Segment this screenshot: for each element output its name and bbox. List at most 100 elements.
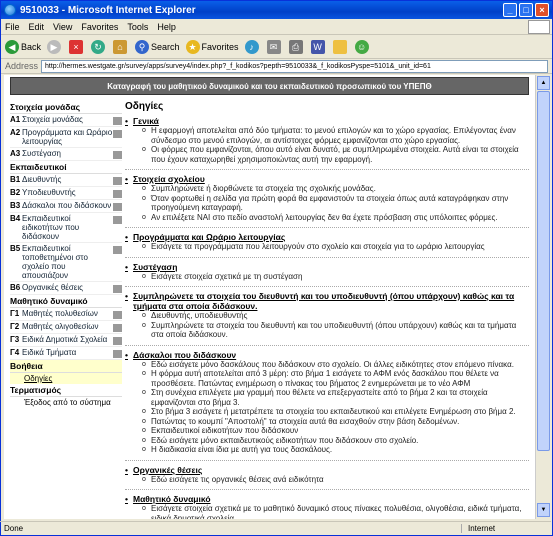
edit-icon: W	[310, 39, 325, 54]
menu-tools[interactable]: Tools	[127, 22, 148, 32]
sidebar-item[interactable]: B3 Δάσκαλοι που διδάσκουν	[10, 200, 122, 213]
menu-view[interactable]: View	[53, 22, 72, 32]
sidebar-link[interactable]: Οδηγίες	[10, 373, 122, 384]
printer-icon[interactable]	[113, 311, 122, 319]
printer-icon[interactable]	[113, 324, 122, 332]
list-item: Στο βήμα 3 εισάγετε ή μετατρέπετε τα στο…	[142, 407, 529, 417]
page-banner: Καταγραφή του μαθητικού δυναμικού και το…	[10, 77, 529, 95]
media-button[interactable]: ♪	[244, 39, 261, 54]
sidebar-item-label[interactable]: Εκπαιδευτικοί ειδικοτήτων που διδάσκουν	[22, 214, 113, 241]
instruction-section: • Στοιχεία σχολείουΣυμπληρώνετε ή διορθών…	[125, 174, 529, 222]
list-item: Πατώντας το κουμπί "Αποστολή" τα στοιχεί…	[142, 417, 529, 427]
sidebar-item-label[interactable]: Στοιχεία μονάδας	[22, 115, 113, 125]
list-item: Εισάγετε τα προγράμματα που λειτουργούν …	[142, 242, 529, 252]
minimize-button[interactable]: _	[503, 3, 517, 17]
sidebar-item[interactable]: B1 Διευθυντής	[10, 174, 122, 187]
sidebar-item[interactable]: B5 Εκπαιδευτικοί τοποθετημένοι στο σχολεί…	[10, 243, 122, 282]
messenger-button[interactable]: ☺	[354, 39, 371, 54]
mail-button[interactable]: ✉	[266, 39, 283, 54]
printer-icon[interactable]	[113, 130, 122, 138]
status-bar: Done Internet	[0, 521, 551, 535]
sidebar-item-code: Γ4	[10, 348, 20, 357]
search-button[interactable]: ⚲ Search	[135, 39, 180, 54]
section-items: Εισάγετε στοιχεία σχετικά με τη συστέγασ…	[125, 272, 529, 282]
menu-edit[interactable]: Edit	[29, 22, 45, 32]
instruction-section: • Οργανικές θέσειςΕδώ εισάγετε τις οργανι…	[125, 465, 529, 485]
printer-icon[interactable]	[113, 203, 122, 211]
sidebar-item-code: Γ3	[10, 335, 20, 344]
home-button[interactable]: ⌂	[113, 39, 129, 54]
sidebar-item[interactable]: B6 Οργανικές θέσεις	[10, 282, 122, 295]
sidebar-item[interactable]: A2 Προγράμματα και Ωράριο λειτουργίας	[10, 127, 122, 148]
sidebar-item-label[interactable]: Προγράμματα και Ωράριο λειτουργίας	[22, 128, 113, 146]
sidebar-menu: Στοιχεία μονάδας A1 Στοιχεία μονάδας A2 Προγ…	[10, 101, 122, 408]
menu-help[interactable]: Help	[157, 22, 176, 32]
list-item: Αν επιλέξετε ΝΑΙ στο πεδίο αναστολή λειτ…	[142, 213, 529, 223]
printer-icon[interactable]	[113, 246, 122, 254]
sidebar-item-code: B2	[10, 188, 21, 197]
sidebar-item[interactable]: A1 Στοιχεία μονάδας	[10, 114, 122, 127]
sidebar-item-label[interactable]: Μαθητές πολυθεσίων	[22, 309, 113, 319]
list-item: Η διαδικασία είναι ίδια με αυτή για τους…	[142, 445, 529, 455]
printer-icon[interactable]	[113, 151, 122, 159]
printer-icon[interactable]	[113, 285, 122, 293]
section-title-text: Προγράμματα και Ωράριο λειτουργίας	[132, 232, 286, 242]
sidebar-link[interactable]: Έξοδος από το σύστημα	[10, 397, 122, 408]
instruction-section: • Προγράμματα και Ωράριο λειτουργίαςΕισάγ…	[125, 232, 529, 252]
edit-button[interactable]: W	[310, 39, 327, 54]
printer-icon[interactable]	[113, 190, 122, 198]
sidebar-item[interactable]: Γ4 Ειδικά Τμήματα	[10, 347, 122, 360]
section-title: • Μαθητικό δυναμικό	[125, 494, 529, 504]
sidebar-item[interactable]: A3 Συστέγαση	[10, 148, 122, 161]
vertical-scrollbar[interactable]: ▲ ▼	[535, 75, 550, 519]
bullet-icon: •	[125, 261, 128, 272]
sidebar-item-label[interactable]: Δάσκαλοι που διδάσκουν	[22, 201, 113, 211]
sidebar-item-label[interactable]: Εκπαιδευτικοί τοποθετημένοι στο σχολείο …	[22, 244, 113, 280]
printer-icon[interactable]	[113, 350, 122, 358]
main-area: Οδηγίες • ΓενικάΗ εφαρμογή αποτελείται απ…	[125, 101, 529, 519]
sidebar-item[interactable]: B4 Εκπαιδευτικοί ειδικοτήτων που διδάσκου…	[10, 213, 122, 243]
sidebar-item-label[interactable]: Ειδικά Δημοτικά Σχολεία	[22, 335, 113, 345]
discuss-button[interactable]	[332, 39, 349, 54]
scroll-up-arrow[interactable]: ▲	[537, 76, 550, 90]
back-button[interactable]: ◀ Back	[5, 39, 41, 54]
menu-favorites[interactable]: Favorites	[81, 22, 118, 32]
sidebar-item-code: Γ1	[10, 309, 20, 318]
address-input[interactable]: http://hermes.westgate.gr/survey/apps/su…	[41, 59, 548, 73]
sidebar-item[interactable]: Γ3 Ειδικά Δημοτικά Σχολεία	[10, 334, 122, 347]
scroll-thumb[interactable]	[537, 91, 550, 451]
windows-logo-icon	[528, 20, 550, 34]
section-items: Συμπληρώνετε ή διορθώνετε τα στοιχεία τη…	[125, 184, 529, 222]
forward-button[interactable]: ▶	[47, 39, 63, 54]
sidebar-item-label[interactable]: Υποδιευθυντής	[22, 188, 113, 198]
sidebar-item-code: B4	[10, 214, 21, 223]
close-button[interactable]: ×	[535, 3, 549, 17]
scroll-down-arrow[interactable]: ▼	[537, 503, 550, 517]
printer-icon[interactable]	[113, 337, 122, 345]
bullet-icon: •	[125, 464, 128, 475]
divider	[125, 344, 529, 346]
sidebar-item-label[interactable]: Διευθυντής	[22, 175, 113, 185]
sidebar-item-label[interactable]: Ειδικά Τμήματα	[22, 348, 113, 358]
sidebar-item-label[interactable]: Μαθητές ολιγοθεσίων	[22, 322, 113, 332]
print-button[interactable]: ⎙	[288, 39, 305, 54]
section-title: • Γενικά	[125, 116, 529, 126]
menu-file[interactable]: File	[5, 22, 20, 32]
list-item: Συμπληρώνετε τα στοιχεία του διευθυντή κ…	[142, 321, 529, 340]
list-item: Οι φόρμες που εμφανίζονται, όπου αυτό εί…	[142, 145, 529, 164]
sidebar-item-label[interactable]: Οργανικές θέσεις	[22, 283, 113, 293]
stop-button[interactable]: ×	[69, 39, 85, 54]
printer-icon[interactable]	[113, 117, 122, 125]
refresh-button[interactable]: ↻	[91, 39, 107, 54]
sidebar-item[interactable]: B2 Υποδιευθυντής	[10, 187, 122, 200]
list-item: Εδώ εισάγετε μόνο εκπαιδευτικούς ειδικοτ…	[142, 436, 529, 446]
printer-icon[interactable]	[113, 177, 122, 185]
favorites-button[interactable]: ★ Favorites	[185, 39, 239, 54]
sidebar-item[interactable]: Γ1 Μαθητές πολυθεσίων	[10, 308, 122, 321]
page-content: Καταγραφή του μαθητικού δυναμικού και το…	[4, 75, 535, 519]
divider	[125, 459, 529, 461]
sidebar-item[interactable]: Γ2 Μαθητές ολιγοθεσίων	[10, 321, 122, 334]
printer-icon[interactable]	[113, 216, 122, 224]
sidebar-item-label[interactable]: Συστέγαση	[22, 149, 113, 159]
maximize-button[interactable]: □	[519, 3, 533, 17]
